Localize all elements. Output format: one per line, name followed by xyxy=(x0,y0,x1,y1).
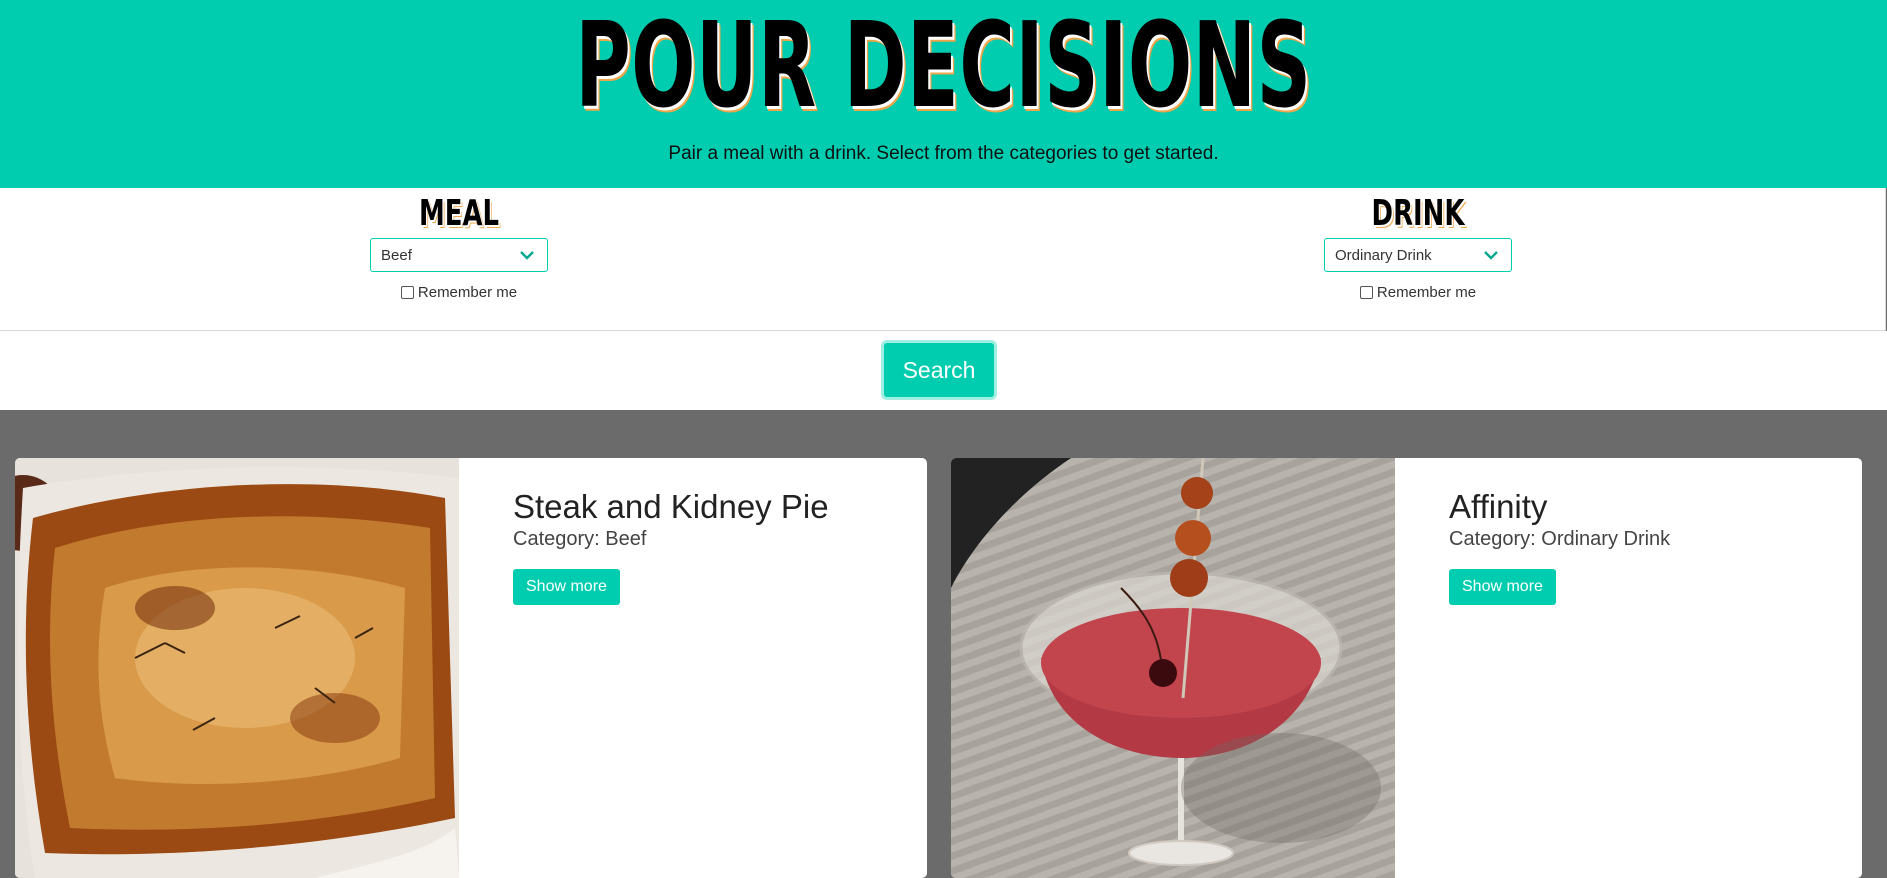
drink-category: Category: Ordinary Drink xyxy=(1449,528,1671,550)
chevron-down-icon xyxy=(1484,251,1498,260)
app-title: POUR DECISIONS xyxy=(575,0,1312,134)
pie-photo xyxy=(15,458,459,878)
drink-image xyxy=(951,458,1395,878)
drink-category-value: Ordinary Drink xyxy=(1335,246,1432,264)
drink-remember-label: Remember me xyxy=(1376,284,1477,301)
meal-card-body: Steak and Kidney Pie Category: Beef Show… xyxy=(513,488,907,605)
meal-category-value: Beef xyxy=(381,246,412,264)
drink-heading: DRINK xyxy=(1371,193,1465,234)
meal-selector: MEAL Beef Remember me xyxy=(369,188,549,301)
meal-category-select[interactable]: Beef xyxy=(370,238,548,272)
drink-category-select[interactable]: Ordinary Drink xyxy=(1324,238,1512,272)
checkbox-icon[interactable] xyxy=(400,286,414,299)
cocktail-photo xyxy=(951,458,1395,878)
drink-title: Affinity xyxy=(1449,488,1548,525)
meal-heading: MEAL xyxy=(418,193,500,234)
meal-remember-toggle[interactable]: Remember me xyxy=(369,284,549,301)
meal-result-card: Steak and Kidney Pie Category: Beef Show… xyxy=(15,458,927,878)
meal-title: Steak and Kidney Pie xyxy=(513,488,829,525)
search-bar: Search xyxy=(0,331,1887,410)
meal-remember-label: Remember me xyxy=(417,284,518,301)
meal-image xyxy=(15,458,459,878)
category-selectors: MEAL Beef Remember me DRINK Ordinary Dri… xyxy=(0,188,1886,331)
drink-selector: DRINK Ordinary Drink Remember me xyxy=(1323,188,1513,301)
search-button[interactable]: Search xyxy=(884,343,994,397)
checkbox-icon[interactable] xyxy=(1359,286,1373,299)
header-banner: POUR DECISIONS Pair a meal with a drink.… xyxy=(0,0,1887,188)
drink-result-card: Affinity Category: Ordinary Drink Show m… xyxy=(951,458,1862,878)
meal-show-more-button[interactable]: Show more xyxy=(513,569,620,605)
meal-category: Category: Beef xyxy=(513,528,647,550)
app-subtitle: Pair a meal with a drink. Select from th… xyxy=(668,143,1219,164)
drink-show-more-button[interactable]: Show more xyxy=(1449,569,1556,605)
drink-remember-toggle[interactable]: Remember me xyxy=(1323,284,1513,301)
drink-card-body: Affinity Category: Ordinary Drink Show m… xyxy=(1449,488,1842,605)
chevron-down-icon xyxy=(520,251,534,260)
